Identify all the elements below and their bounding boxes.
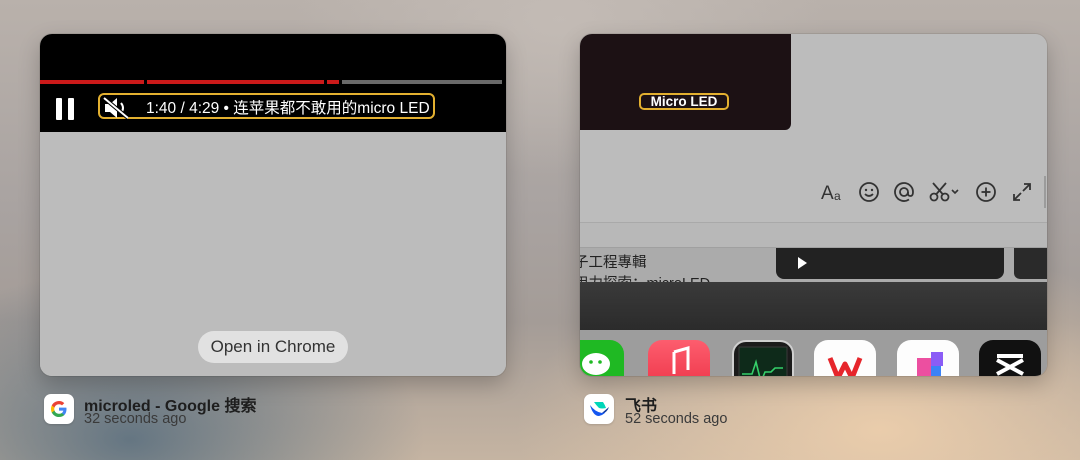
video-controls: 1:40 / 4:29 • 连苹果都不敢用的micro LED — [40, 90, 506, 126]
input-area[interactable] — [580, 223, 1047, 248]
window-time-chrome: 32 seconds ago — [84, 411, 187, 427]
activity-monitor-app-icon[interactable] — [732, 340, 794, 376]
play-icon — [798, 257, 807, 269]
open-in-chrome-button[interactable]: Open in Chrome — [198, 331, 348, 363]
add-icon[interactable] — [974, 180, 998, 204]
video-progress-bar[interactable] — [40, 80, 504, 84]
micro-led-highlight: Micro LED — [639, 93, 729, 110]
window-preview-chrome[interactable]: 1:40 / 4:29 • 连苹果都不敢用的micro LED Open in … — [40, 34, 506, 376]
video-card[interactable] — [776, 248, 1004, 279]
dock — [580, 330, 1047, 376]
video-time-title: 1:40 / 4:29 • 连苹果都不敢用的micro LED — [146, 100, 430, 117]
message-text-1: 子工程專輯 — [580, 255, 647, 271]
svg-text:A: A — [821, 183, 834, 204]
video-player-bar: 1:40 / 4:29 • 连苹果都不敢用的micro LED — [40, 34, 506, 132]
capcut-app-icon[interactable] — [979, 340, 1041, 376]
wps-app-icon[interactable] — [814, 340, 876, 376]
scissors-icon[interactable] — [928, 180, 962, 204]
dock-shelf — [580, 282, 1047, 330]
video-card-2[interactable] — [1014, 248, 1047, 279]
expand-icon[interactable] — [1010, 180, 1034, 204]
message-toolbar: A a — [580, 160, 1047, 223]
text-format-icon[interactable]: A a — [820, 180, 844, 204]
mention-icon[interactable] — [892, 180, 916, 204]
toolbar-divider — [1044, 176, 1046, 208]
window-preview-feishu[interactable]: Micro LED A a 子工程專輯 — [580, 34, 1047, 376]
svg-text:a: a — [834, 189, 841, 203]
mute-icon[interactable] — [102, 96, 132, 120]
wechat-app-icon[interactable] — [580, 340, 624, 376]
google-icon — [44, 394, 74, 424]
window-time-feishu: 52 seconds ago — [625, 411, 728, 427]
message-text-2: 用力探索：microLED — [580, 272, 710, 282]
pages-app-icon[interactable] — [897, 340, 959, 376]
music-app-icon[interactable] — [648, 340, 710, 376]
feishu-icon — [584, 394, 614, 424]
video-thumbnail[interactable]: Micro LED — [580, 34, 791, 130]
chat-area-top: Micro LED — [580, 34, 1047, 160]
emoji-icon[interactable] — [857, 180, 881, 204]
background-messages: 子工程專輯 用力探索：microLED — [580, 248, 1047, 282]
pause-button[interactable] — [56, 98, 76, 120]
